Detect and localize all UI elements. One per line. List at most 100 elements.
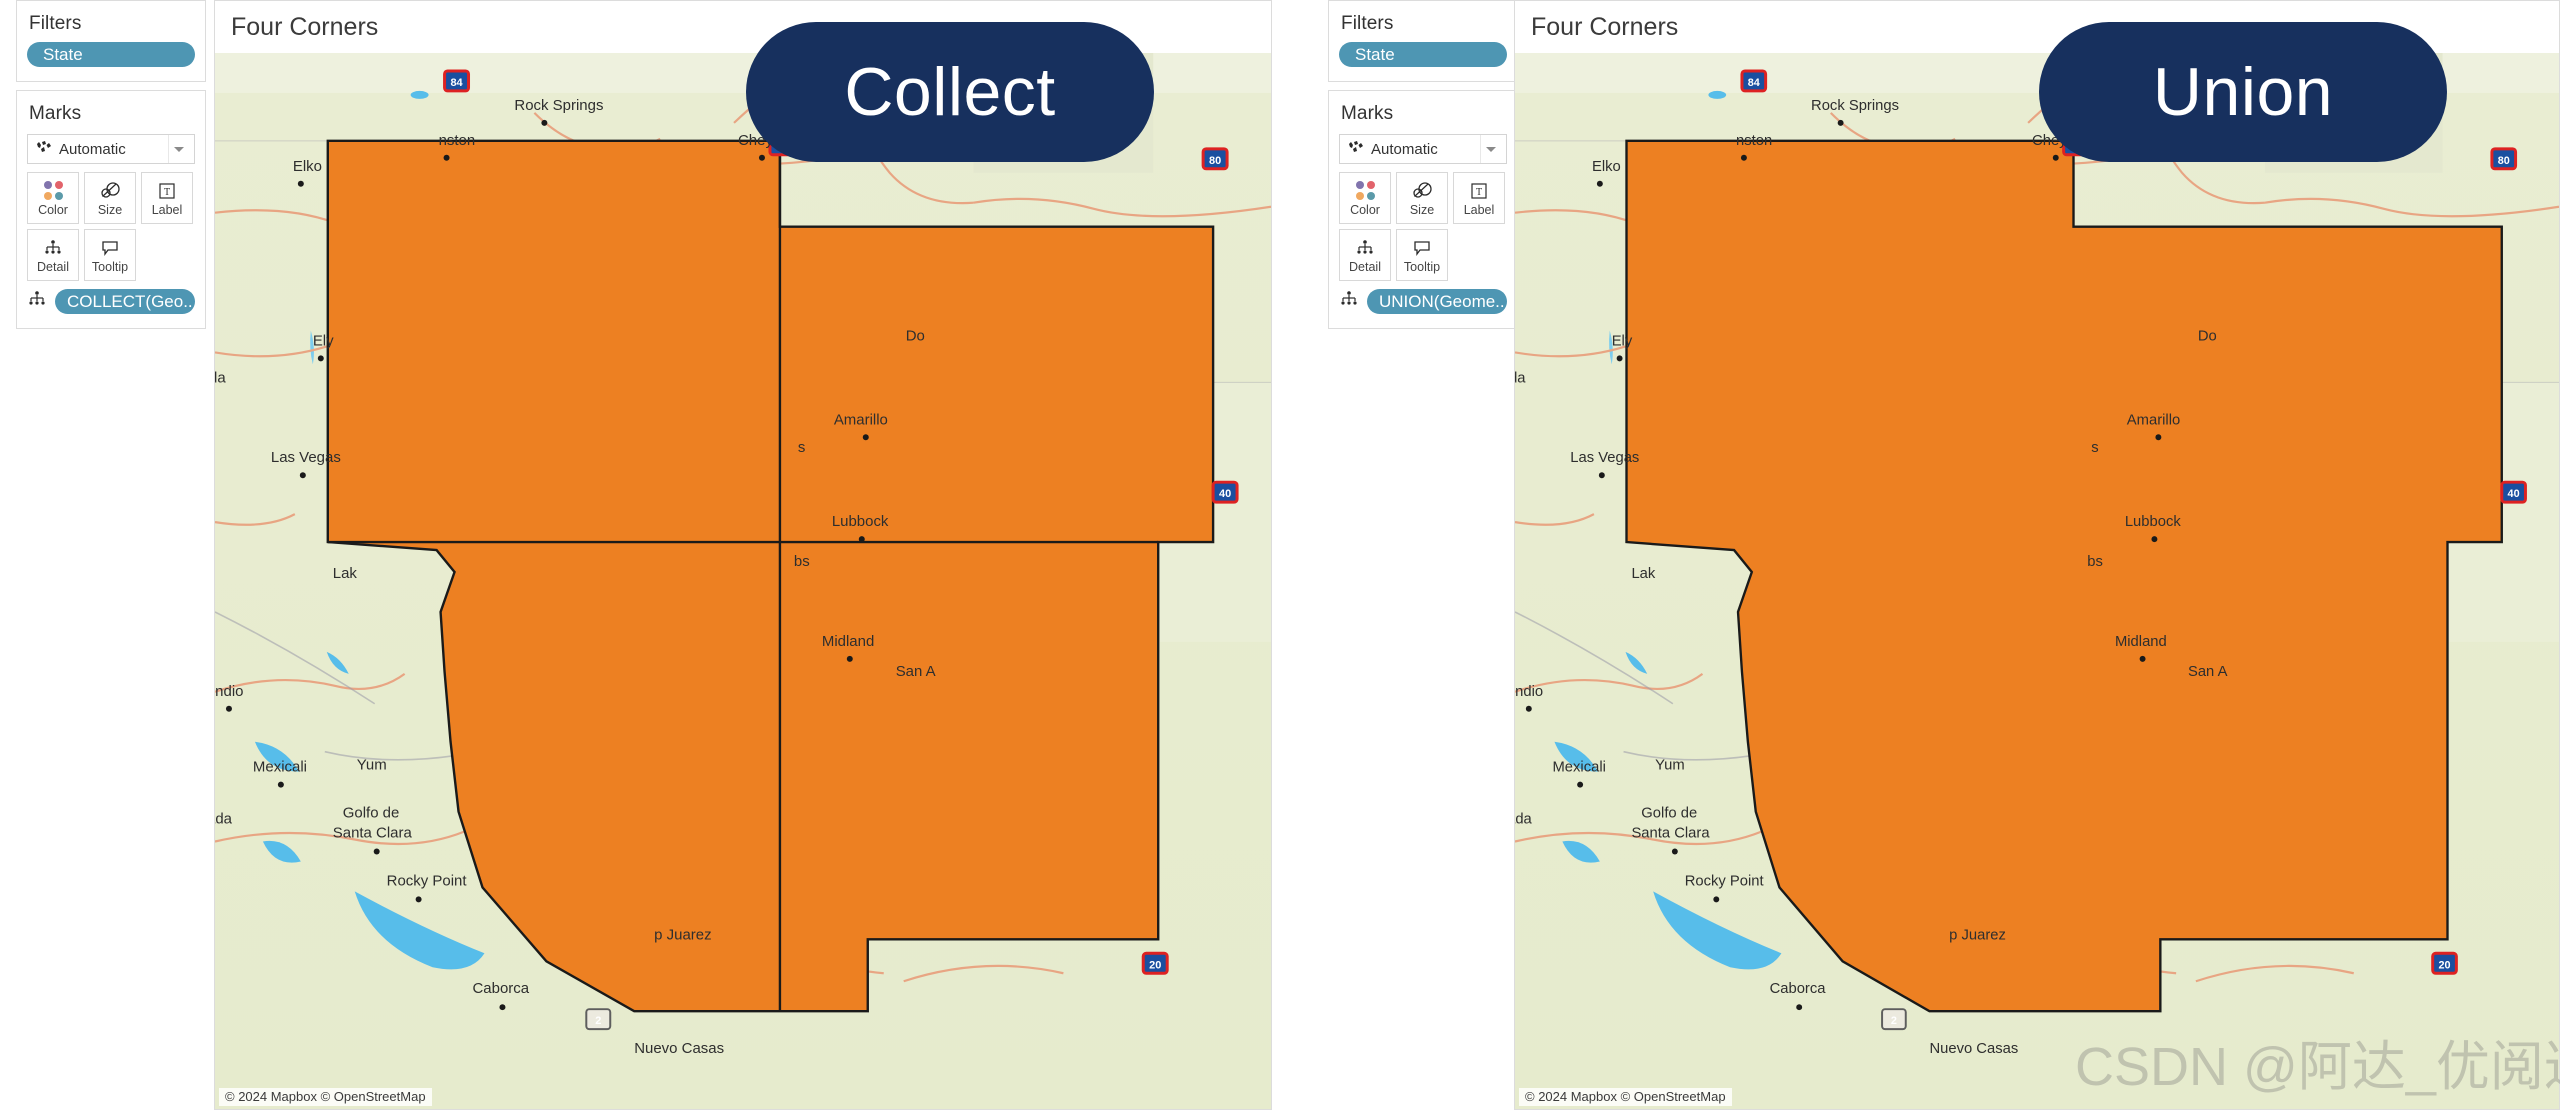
marks-button-label[interactable]: T Label [1453, 172, 1505, 224]
marks-button-size-label: Size [1409, 202, 1435, 217]
svg-text:Nuevo Casas: Nuevo Casas [634, 1040, 724, 1057]
svg-text:80: 80 [2498, 155, 2510, 167]
color-dots-icon [43, 180, 63, 202]
marks-button-color[interactable]: Color [27, 172, 79, 224]
mark-type-dropdown[interactable]: Automatic [1339, 134, 1507, 164]
svg-text:Lak: Lak [333, 565, 358, 582]
svg-text:San A: San A [896, 663, 936, 680]
marks-button-label[interactable]: T Label [141, 172, 193, 224]
marks-button-tooltip[interactable]: Tooltip [84, 229, 136, 281]
svg-text:Do: Do [2198, 328, 2217, 344]
marks-button-tooltip[interactable]: Tooltip [1396, 229, 1448, 281]
map-svg-union: 84 80 80 40 [1515, 53, 2559, 1109]
label-text-icon: T [158, 180, 176, 202]
svg-text:Nuevo Casas: Nuevo Casas [1929, 1041, 2018, 1057]
marks-field-row: COLLECT(Geo.. [27, 289, 195, 314]
svg-text:Ely: Ely [1612, 333, 1633, 349]
svg-text:Golfo de: Golfo de [1641, 805, 1697, 821]
svg-text:Do: Do [906, 327, 925, 344]
pane-divider [1272, 0, 1316, 1110]
highway-shield-20: 20 [2431, 951, 2458, 975]
svg-text:40: 40 [1219, 488, 1231, 500]
svg-text:20: 20 [1149, 959, 1161, 971]
svg-text:Mexicali: Mexicali [253, 759, 307, 776]
marks-button-size-label: Size [97, 202, 123, 217]
marks-button-color-label: Color [1350, 202, 1380, 217]
marks-shelf-row-2: Detail Tooltip [27, 229, 195, 281]
marks-button-tooltip-label: Tooltip [91, 259, 129, 274]
svg-text:Midland: Midland [2115, 634, 2167, 650]
marks-field-pill[interactable]: UNION(Geome.. [1367, 289, 1507, 314]
svg-text:Yum: Yum [357, 757, 387, 774]
filter-pill-state[interactable]: State [27, 42, 195, 67]
svg-text:p Juarez: p Juarez [654, 926, 711, 943]
marks-button-detail[interactable]: Detail [27, 229, 79, 281]
highway-shield-2: 2 [585, 1008, 612, 1031]
svg-text:T: T [1476, 187, 1482, 198]
svg-text:Elko: Elko [1592, 159, 1621, 175]
filter-pill-state[interactable]: State [1339, 42, 1507, 67]
highway-shield-84: 84 [443, 69, 471, 93]
svg-text:Santa Clara: Santa Clara [1631, 825, 1710, 841]
map-attribution-collect: © 2024 Mapbox © OpenStreetMap [219, 1088, 432, 1106]
marks-button-size[interactable]: Size [1396, 172, 1448, 224]
highway-shield-84: 84 [1740, 69, 1768, 93]
svg-text:Caborca: Caborca [1770, 981, 1827, 997]
svg-text:s: s [2091, 440, 2098, 456]
detail-hierarchy-icon [1355, 237, 1375, 259]
marks-button-size[interactable]: Size [84, 172, 136, 224]
tooltip-bubble-icon [1412, 237, 1432, 259]
svg-text:40: 40 [2508, 488, 2520, 500]
map-mark-icon [36, 140, 52, 158]
svg-text:Rocky Point: Rocky Point [1685, 873, 1765, 889]
label-text-icon: T [1470, 180, 1488, 202]
badge-union: Union [2039, 22, 2447, 162]
marks-field-pill[interactable]: COLLECT(Geo.. [55, 289, 195, 314]
svg-text:Elko: Elko [293, 158, 322, 175]
svg-text:Caborca: Caborca [473, 980, 530, 997]
marks-field-row: UNION(Geome.. [1339, 289, 1507, 314]
svg-text:Indio: Indio [215, 683, 243, 700]
svg-text:Golfo de: Golfo de [343, 805, 400, 822]
svg-text:84: 84 [450, 77, 463, 89]
marks-shelf-row-2: Detail Tooltip [1339, 229, 1507, 281]
svg-text:T: T [164, 187, 170, 198]
svg-text:Lubbock: Lubbock [832, 513, 889, 530]
highway-shield-20: 20 [1141, 951, 1169, 975]
svg-text:s: s [798, 439, 805, 456]
highway-shield-40: 40 [2500, 480, 2527, 504]
map-attribution-union: © 2024 Mapbox © OpenStreetMap [1519, 1088, 1732, 1106]
svg-text:Rock Springs: Rock Springs [514, 97, 603, 114]
cards-column-union: Filters State Marks Automatic Color Size… [1328, 0, 1518, 337]
svg-text:da: da [215, 369, 226, 386]
svg-text:San A: San A [2188, 664, 2228, 680]
mark-type-dropdown[interactable]: Automatic [27, 134, 195, 164]
size-circles-icon [99, 180, 121, 202]
map-canvas-union[interactable]: 84 80 80 40 [1515, 53, 2559, 1109]
detail-hierarchy-icon [43, 237, 63, 259]
svg-text:Mexicali: Mexicali [1552, 760, 1605, 776]
filters-card-title: Filters [1341, 13, 1394, 34]
svg-text:Amarillo: Amarillo [2127, 412, 2180, 428]
highway-shield-80b: 80 [2490, 147, 2518, 171]
chevron-down-icon[interactable] [1480, 135, 1500, 163]
marks-button-color[interactable]: Color [1339, 172, 1391, 224]
marks-button-color-label: Color [38, 202, 68, 217]
svg-text:Amarillo: Amarillo [834, 411, 888, 428]
marks-button-detail[interactable]: Detail [1339, 229, 1391, 281]
marks-button-detail-label: Detail [37, 259, 69, 274]
chevron-down-icon[interactable] [168, 135, 188, 163]
svg-text:Las Vegas: Las Vegas [271, 449, 341, 466]
mark-type-label: Automatic [1371, 140, 1438, 158]
size-circles-icon [1411, 180, 1433, 202]
marks-card-title: Marks [1341, 103, 1394, 124]
marks-card: Marks Automatic Color Size T Label Detai… [1328, 90, 1518, 329]
svg-text:84: 84 [1748, 77, 1760, 89]
svg-text:Rocky Point: Rocky Point [387, 872, 468, 889]
highway-shield-80b: 80 [1201, 147, 1229, 171]
highway-shield-2: 2 [1881, 1008, 1907, 1031]
svg-text:Ely: Ely [313, 332, 334, 349]
svg-text:Indio: Indio [1515, 684, 1543, 700]
svg-text:20: 20 [2438, 959, 2450, 971]
map-canvas-collect[interactable]: 84 80 80 40 [215, 53, 1271, 1109]
